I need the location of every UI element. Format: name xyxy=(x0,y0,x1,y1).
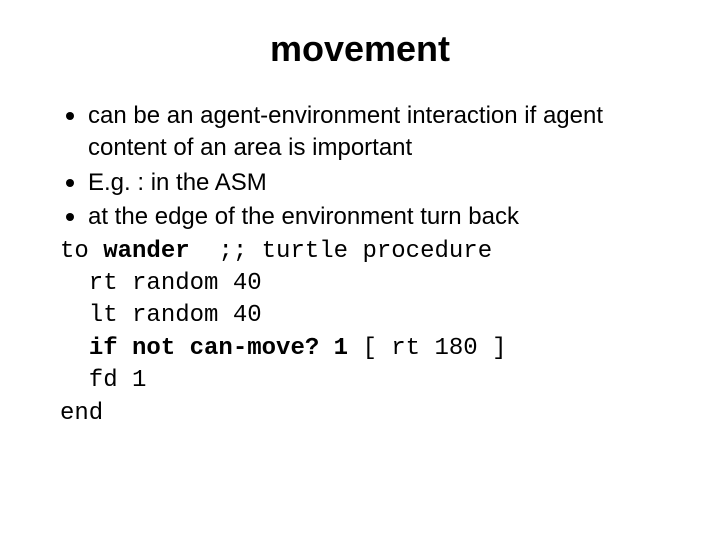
slide: movement can be an agent-environment int… xyxy=(0,0,720,540)
slide-title: movement xyxy=(60,28,660,70)
code-block: to wander ;; turtle procedure rt random … xyxy=(60,236,660,430)
bullet-item: can be an agent-environment interaction … xyxy=(60,100,660,165)
code-line: fd 1 xyxy=(60,365,660,397)
code-end: end xyxy=(60,398,660,430)
code-header-line: to wander ;; turtle procedure xyxy=(60,236,660,268)
code-if-rest: [ rt 180 ] xyxy=(348,335,506,362)
bullet-text: E.g. : in the ASM xyxy=(88,167,660,199)
code-proc-name: wander xyxy=(103,238,189,265)
bullet-text: can be an agent-environment interaction … xyxy=(88,100,660,165)
code-to-keyword: to xyxy=(60,238,103,265)
bullet-item: E.g. : in the ASM xyxy=(60,167,660,199)
slide-content: can be an agent-environment interaction … xyxy=(60,100,660,430)
bullet-dot-icon xyxy=(66,179,74,187)
code-if-line: if not can-move? 1 [ rt 180 ] xyxy=(60,333,660,365)
code-indent xyxy=(60,335,89,362)
bullet-text: at the edge of the environment turn back xyxy=(88,201,660,233)
code-comment: ;; turtle procedure xyxy=(190,238,492,265)
bullet-dot-icon xyxy=(66,213,74,221)
bullet-dot-icon xyxy=(66,112,74,120)
code-line: lt random 40 xyxy=(60,300,660,332)
bullet-item: at the edge of the environment turn back xyxy=(60,201,660,233)
code-if-keyword: if not can-move? 1 xyxy=(89,335,348,362)
code-line: rt random 40 xyxy=(60,268,660,300)
